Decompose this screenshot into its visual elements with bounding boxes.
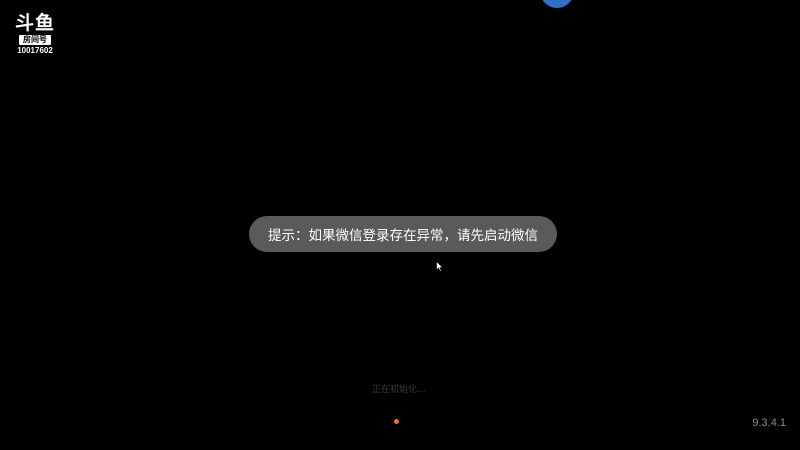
- room-number: 10017602: [17, 46, 53, 55]
- hint-toast: 提示：如果微信登录存在异常，请先启动微信: [249, 216, 557, 252]
- douyu-logo: 斗鱼: [14, 12, 55, 34]
- hint-toast-text: 提示：如果微信登录存在异常，请先启动微信: [268, 228, 538, 244]
- app-screen: 斗鱼 房间号 10017602 提示：如果微信登录存在异常，请先启动微信 正在初…: [0, 0, 800, 450]
- mouse-pointer-icon: [436, 261, 444, 272]
- room-number-label: 房间号: [19, 35, 51, 45]
- version-label: 9.3.4.1: [752, 417, 786, 429]
- loading-status-text: 正在初始化...: [372, 385, 426, 395]
- loading-dot-icon: [394, 419, 399, 424]
- top-blue-circle: [540, 0, 574, 8]
- douyu-watermark: 斗鱼 房间号 10017602: [12, 12, 58, 56]
